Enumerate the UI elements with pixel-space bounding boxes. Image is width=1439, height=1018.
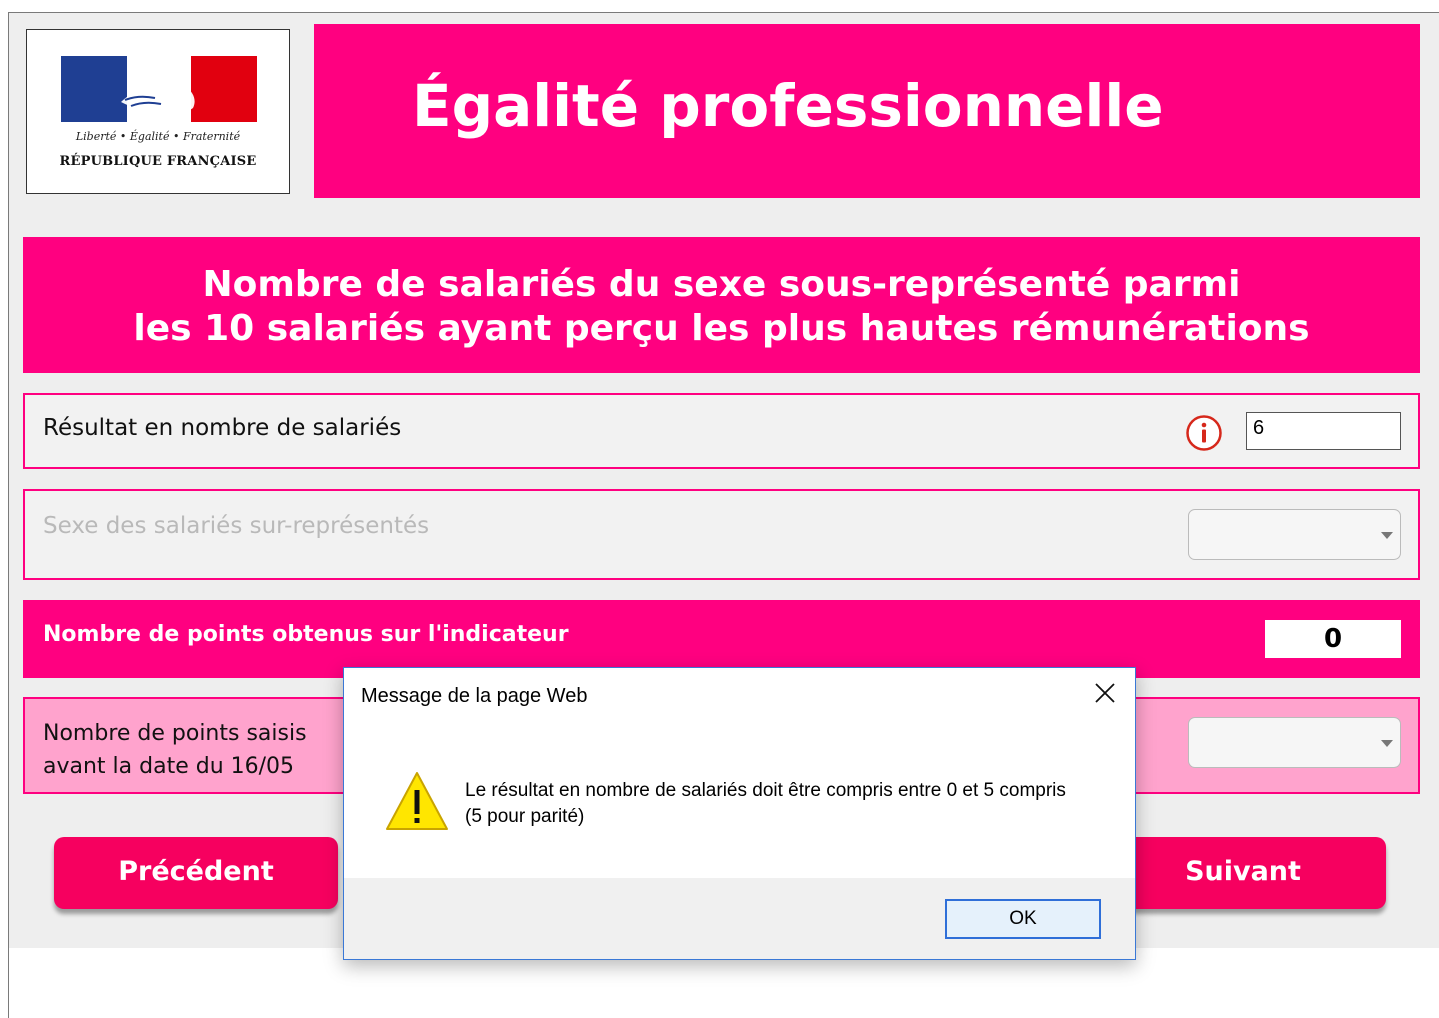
points-label: Nombre de points obtenus sur l'indicateu…	[43, 622, 569, 647]
french-flag	[61, 56, 257, 122]
chevron-down-icon	[1381, 740, 1393, 747]
alert-dialog: Message de la page Web Le résultat en no…	[343, 667, 1136, 960]
dialog-message: Le résultat en nombre de salariés doit ê…	[465, 780, 1066, 827]
section-title: Nombre de salariés du sexe sous-représen…	[23, 237, 1420, 373]
warning-icon	[386, 772, 448, 830]
result-row: Résultat en nombre de salariés 6	[23, 393, 1420, 469]
points-value: 0	[1265, 620, 1401, 658]
info-icon[interactable]	[1185, 414, 1223, 452]
result-input[interactable]: 6	[1246, 412, 1401, 450]
section-title-line2: les 10 salariés ayant perçu les plus hau…	[133, 308, 1310, 349]
saisis-select[interactable]	[1188, 717, 1401, 768]
saisis-label-line1: Nombre de points saisis	[43, 721, 307, 746]
saisis-label-line2: avant la date du 16/05	[43, 754, 295, 779]
page-title: Égalité professionnelle	[412, 72, 1164, 140]
previous-button[interactable]: Précédent	[54, 837, 338, 909]
section-title-line1: Nombre de salariés du sexe sous-représen…	[202, 264, 1241, 305]
close-icon[interactable]	[1092, 680, 1118, 706]
next-button[interactable]: Suivant	[1100, 837, 1386, 909]
header-banner: Égalité professionnelle	[314, 24, 1420, 198]
chevron-down-icon	[1381, 532, 1393, 539]
saisis-label: Nombre de points saisis avant la date du…	[43, 717, 307, 783]
marianne-profile-icon	[121, 70, 195, 115]
republique-francaise-logo: Liberté • Égalité • Fraternité RÉPUBLIQU…	[26, 29, 290, 194]
logo-motto: Liberté • Égalité • Fraternité	[75, 130, 241, 143]
dialog-title: Message de la page Web	[361, 685, 588, 707]
ok-button[interactable]: OK	[945, 899, 1101, 939]
dialog-footer: OK	[344, 878, 1135, 959]
logo-republique: RÉPUBLIQUE FRANÇAISE	[59, 154, 257, 169]
result-label: Résultat en nombre de salariés	[43, 415, 402, 441]
sexe-label: Sexe des salariés sur-représentés	[43, 513, 430, 539]
sexe-select[interactable]	[1188, 509, 1401, 560]
sexe-row: Sexe des salariés sur-représentés	[23, 489, 1420, 580]
